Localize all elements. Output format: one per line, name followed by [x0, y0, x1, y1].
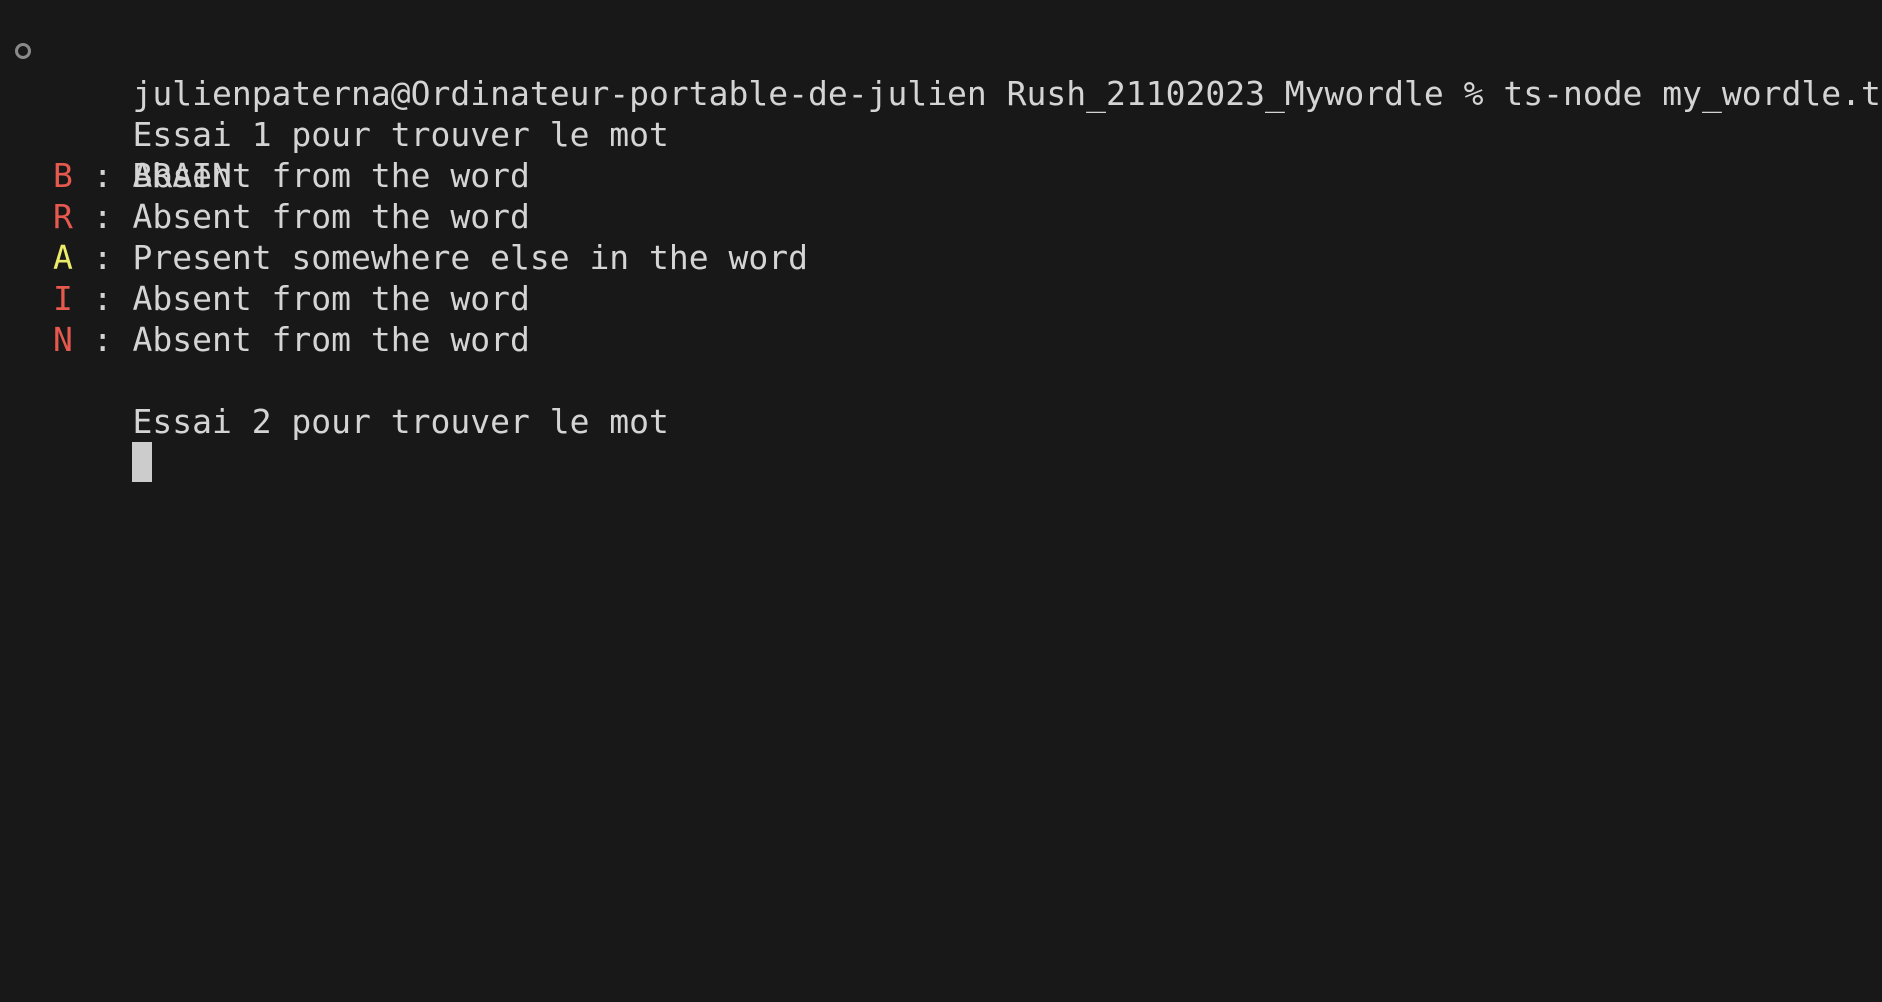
guess-line: BRAIN	[0, 114, 1882, 195]
result-letter: A	[53, 238, 73, 277]
result-separator: :	[72, 238, 133, 277]
result-line-4: I : Absent from the word	[0, 278, 1882, 319]
result-letter: B	[53, 156, 73, 195]
result-letter: R	[53, 197, 73, 236]
result-separator: :	[72, 279, 133, 318]
terminal-window[interactable]: julienpaterna@Ordinateur-portable-de-jul…	[0, 0, 1882, 1002]
result-separator: :	[72, 197, 133, 236]
result-letter: I	[53, 279, 73, 318]
attempt-2-header: Essai 2 pour trouver le mot	[0, 360, 1882, 441]
result-line-5: N : Absent from the word	[0, 319, 1882, 360]
result-message: Absent from the word	[132, 156, 530, 195]
result-line-3: A : Present somewhere else in the word	[0, 237, 1882, 278]
text-cursor[interactable]	[132, 442, 153, 482]
result-message: Absent from the word	[132, 197, 530, 236]
result-line-2: R : Absent from the word	[0, 196, 1882, 237]
result-separator: :	[72, 320, 133, 359]
result-message: Absent from the word	[132, 279, 530, 318]
result-line-1: B : Absent from the word	[0, 155, 1882, 196]
result-separator: :	[72, 156, 133, 195]
input-line[interactable]	[0, 401, 1882, 482]
circle-outline-icon	[15, 43, 31, 59]
result-message: Present somewhere else in the word	[132, 238, 808, 277]
result-message: Absent from the word	[132, 320, 530, 359]
result-letter: N	[53, 320, 73, 359]
prompt-line: julienpaterna@Ordinateur-portable-de-jul…	[0, 32, 1882, 113]
attempt-1-header: Essai 1 pour trouver le mot	[0, 73, 1882, 154]
